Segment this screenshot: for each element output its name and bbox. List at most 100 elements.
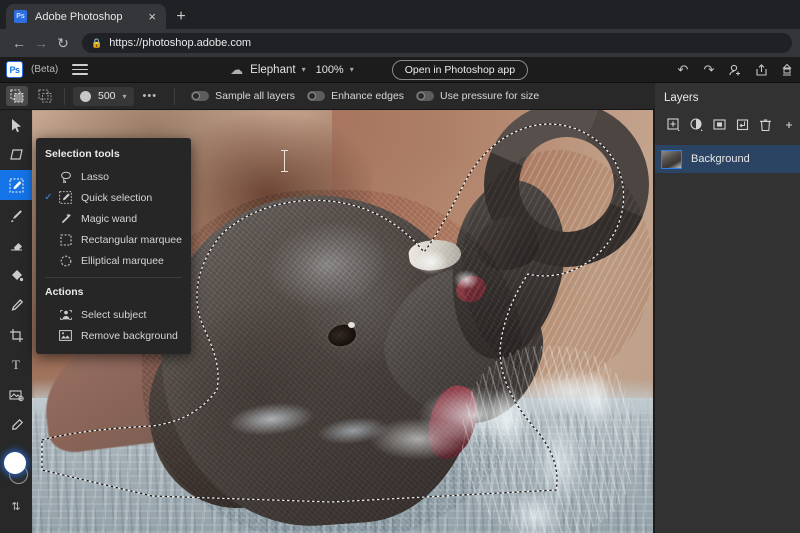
photoshop-logo-icon: Ps [6, 61, 23, 78]
lock-icon: 🔒 [91, 38, 102, 49]
menu-item-quick-selection[interactable]: ✓ Quick selection [36, 187, 191, 208]
rectangular-marquee-icon [55, 234, 76, 246]
import-layer-icon[interactable] [731, 115, 754, 135]
quick-selection-icon [55, 191, 76, 204]
use-pressure-switch[interactable] [416, 91, 434, 101]
more-layer-icon[interactable] [777, 115, 800, 135]
menu-label-lasso: Lasso [81, 171, 109, 183]
app-bar-right: ↶ ↷ [670, 58, 800, 82]
invite-user-icon[interactable] [722, 58, 748, 82]
photoshop-favicon: Ps [14, 10, 27, 23]
hamburger-icon[interactable] [72, 64, 88, 75]
menu-label-rectangular-marquee: Rectangular marquee [81, 234, 182, 246]
elephant-eye-highlight [348, 322, 355, 328]
magic-wand-icon [55, 213, 76, 225]
elliptical-marquee-icon [55, 255, 76, 267]
place-image-tool[interactable] [0, 380, 32, 410]
options-divider-2 [174, 88, 175, 105]
remove-background-icon [55, 330, 76, 341]
layers-toolbar [655, 104, 800, 135]
brush-size-value: 500 [98, 90, 116, 102]
layer-thumbnail [661, 150, 682, 169]
document-title[interactable]: Elephant [250, 64, 295, 76]
text-cursor [284, 150, 285, 172]
brush-preview-icon [80, 91, 91, 102]
new-selection-icon[interactable] [6, 86, 28, 106]
menu-item-elliptical-marquee[interactable]: Elliptical marquee [36, 250, 191, 271]
browser-tab-active[interactable]: Ps Adobe Photoshop × [6, 4, 166, 29]
delete-layer-icon[interactable] [754, 115, 777, 135]
brush-chevron-down-icon[interactable]: ▾ [123, 92, 127, 101]
layer-name: Background [691, 153, 750, 165]
menu-item-lasso[interactable]: Lasso [36, 166, 191, 187]
quick-selection-tool[interactable] [0, 170, 32, 200]
menu-label-remove-background: Remove background [81, 330, 178, 342]
new-tab-button[interactable]: + [172, 8, 190, 26]
enhance-edges-switch[interactable] [307, 91, 325, 101]
water-splash-top [387, 230, 497, 310]
selection-tools-flyout-menu: Selection tools Lasso ✓ Quick selection … [36, 138, 191, 354]
toggle-use-pressure-for-size[interactable]: Use pressure for size [416, 90, 551, 102]
menu-label-elliptical-marquee: Elliptical marquee [81, 255, 164, 267]
foreground-color-swatch[interactable] [4, 452, 26, 474]
flyout-section-selection-tools: Selection tools [36, 144, 191, 166]
type-tool[interactable]: T [0, 350, 32, 380]
browser-tab-title: Adobe Photoshop [35, 11, 146, 23]
tools-sidebar: T ⇅ [0, 110, 32, 533]
sample-all-layers-label: Sample all layers [215, 90, 295, 102]
layer-row-background[interactable]: Background [655, 145, 800, 173]
menu-label-select-subject: Select subject [81, 309, 146, 321]
browser-nav-bar: ← → ↻ 🔒 https://photoshop.adobe.com [0, 29, 800, 57]
layers-panel-title: Layers [655, 83, 800, 104]
export-icon[interactable] [774, 58, 800, 82]
add-layer-icon[interactable] [663, 115, 686, 135]
options-divider-1 [64, 88, 65, 105]
menu-item-rectangular-marquee[interactable]: Rectangular marquee [36, 229, 191, 250]
app-bar-center: ☁ Elephant ▾ 100% ▾ Open in Photoshop ap… [88, 60, 670, 80]
reload-icon[interactable]: ↻ [52, 32, 74, 54]
zoom-chevron-down-icon[interactable]: ▾ [350, 65, 354, 74]
open-in-photoshop-app-button[interactable]: Open in Photoshop app [392, 60, 528, 80]
photoshop-app-bar: Ps (Beta) ☁ Elephant ▾ 100% ▾ Open in Ph… [0, 57, 800, 83]
document-chevron-down-icon[interactable]: ▾ [302, 65, 306, 74]
menu-item-remove-background[interactable]: Remove background [36, 325, 191, 346]
crop-tool[interactable] [0, 320, 32, 350]
enhance-edges-label: Enhance edges [331, 90, 404, 102]
menu-item-magic-wand[interactable]: Magic wand [36, 208, 191, 229]
eraser-tool[interactable] [0, 230, 32, 260]
menu-item-select-subject[interactable]: Select subject [36, 304, 191, 325]
lasso-icon [55, 171, 76, 183]
select-subject-icon [55, 309, 76, 321]
swap-colors-icon[interactable]: ⇅ [0, 500, 32, 513]
redo-icon[interactable]: ↷ [696, 58, 722, 82]
layer-mask-icon[interactable] [709, 115, 732, 135]
toggle-enhance-edges[interactable]: Enhance edges [307, 90, 416, 102]
menu-label-quick-selection: Quick selection [81, 192, 152, 204]
browser-tab-bar: Ps Adobe Photoshop × + [0, 0, 800, 29]
brush-tool[interactable] [0, 200, 32, 230]
move-tool[interactable] [0, 110, 32, 140]
share-icon[interactable] [748, 58, 774, 82]
back-icon[interactable]: ← [8, 32, 30, 54]
brush-size-field[interactable]: 500 ▾ [73, 87, 134, 106]
zoom-level[interactable]: 100% [316, 64, 344, 76]
transform-tool[interactable] [0, 140, 32, 170]
layers-panel: Layers Background [655, 83, 800, 533]
fill-tool[interactable] [0, 260, 32, 290]
close-icon[interactable]: × [146, 10, 158, 23]
add-to-selection-icon[interactable] [34, 86, 56, 106]
color-swatches[interactable] [0, 446, 32, 498]
eyedropper-tool[interactable] [0, 410, 32, 440]
forward-icon[interactable]: → [30, 32, 52, 54]
adjustment-layer-icon[interactable] [686, 115, 709, 135]
more-options-button[interactable]: ••• [134, 90, 167, 102]
sample-all-layers-switch[interactable] [191, 91, 209, 101]
toggle-sample-all-layers[interactable]: Sample all layers [191, 90, 307, 102]
photoshop-web-screenshot: Ps Adobe Photoshop × + ← → ↻ 🔒 https://p… [0, 0, 800, 533]
healing-brush-tool[interactable] [0, 290, 32, 320]
address-bar[interactable]: 🔒 https://photoshop.adobe.com [82, 33, 792, 53]
address-bar-url: https://photoshop.adobe.com [109, 37, 251, 49]
use-pressure-label: Use pressure for size [440, 90, 539, 102]
undo-icon[interactable]: ↶ [670, 58, 696, 82]
quick-selection-check-icon: ✓ [42, 192, 55, 203]
